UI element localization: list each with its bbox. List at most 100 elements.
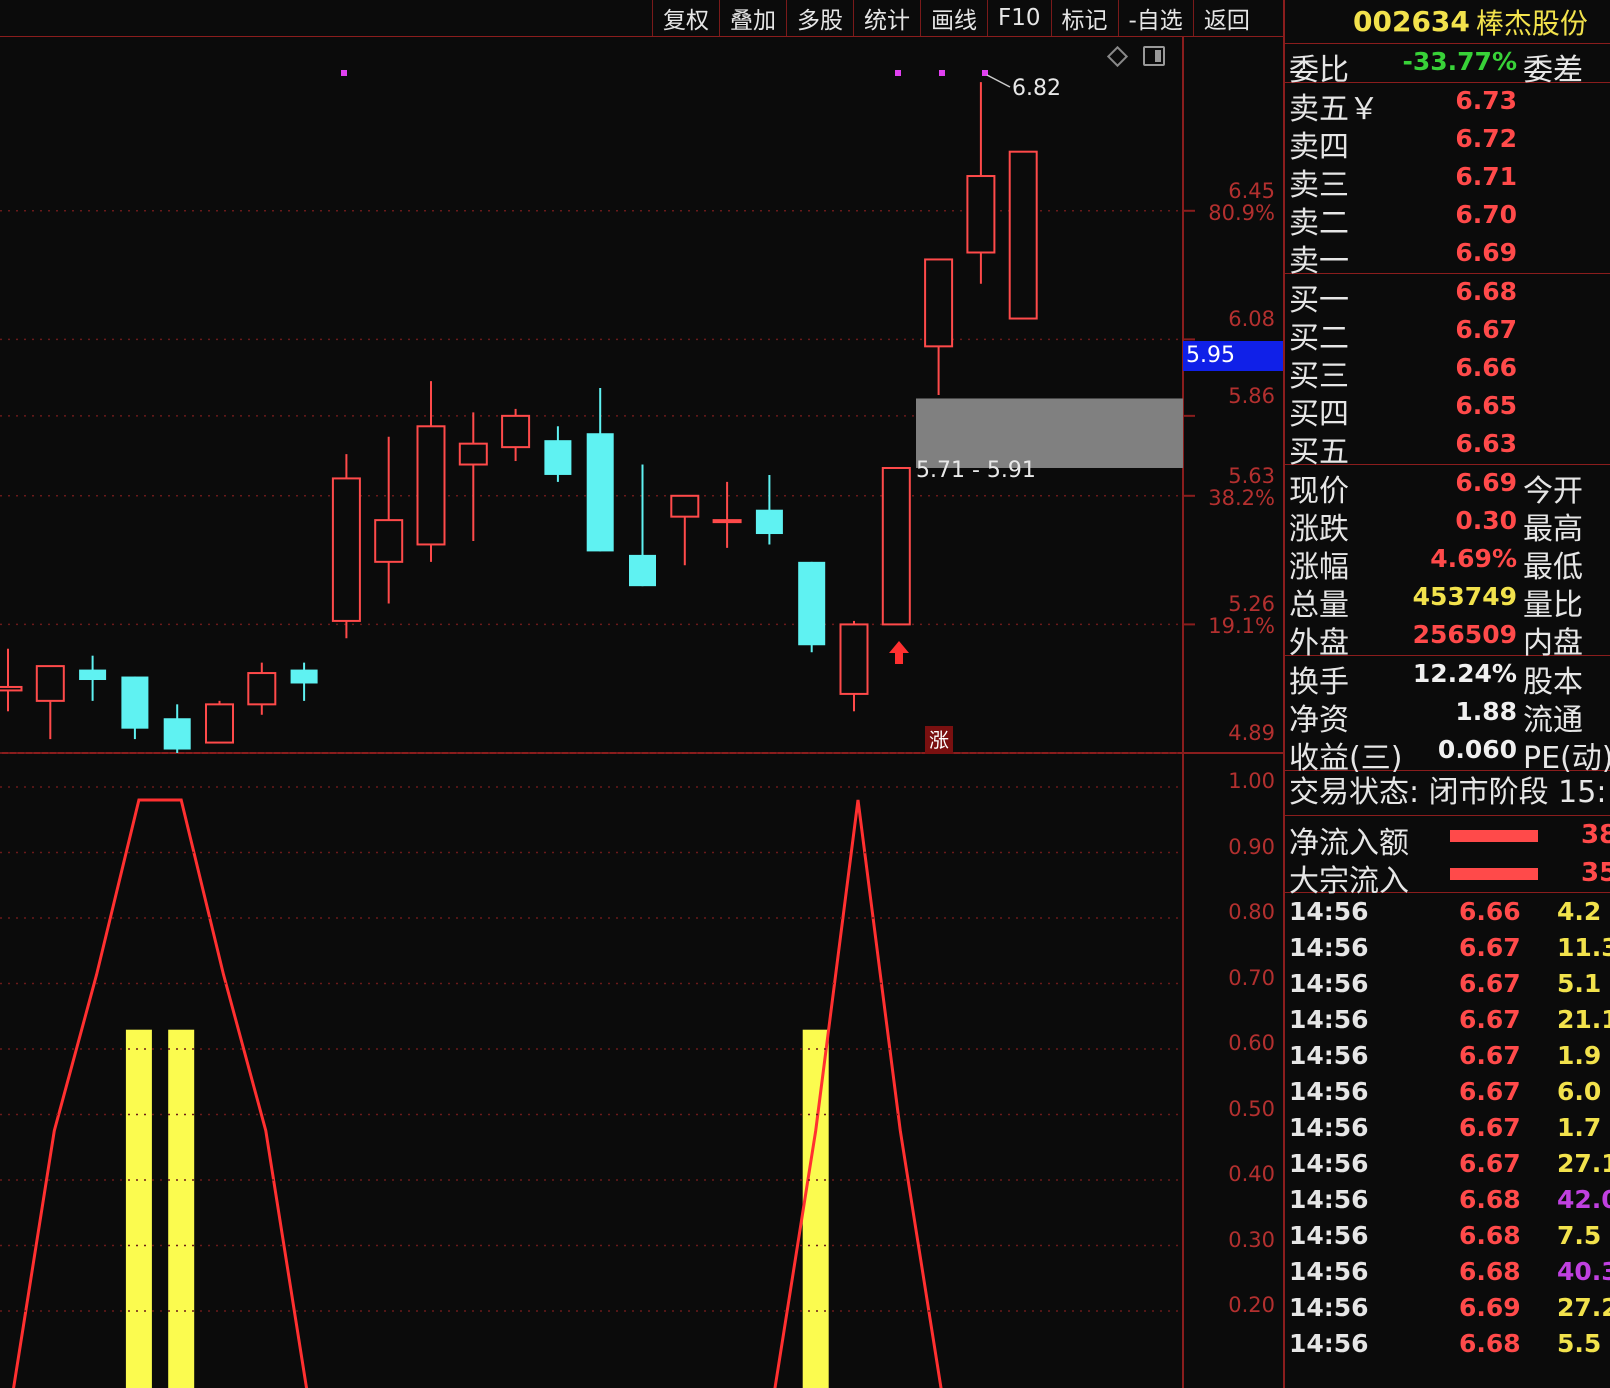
candle-body: [544, 440, 572, 475]
tick-volume: 1.9: [1557, 1041, 1602, 1070]
toolbar-button[interactable]: 标记: [1050, 0, 1118, 36]
row-value: 6.68: [1455, 277, 1517, 306]
tick-price: 6.67: [1459, 1005, 1521, 1034]
stock-header: 002634 棒杰股份: [1285, 0, 1610, 44]
price-axis-pct: 80.9%: [1208, 200, 1275, 225]
quote-row: 买三 6.66: [1285, 350, 1610, 394]
tick-row: 14:56 6.66 4.2: [1285, 893, 1610, 929]
candle-body: [331, 477, 361, 622]
tick-row: 14:56 6.67 21.1: [1285, 1001, 1610, 1037]
tick-price: 6.68: [1459, 1257, 1521, 1286]
quote-stats: 现价 6.69 今开 涨跌 0.30 最高 涨幅 4.69% 最低 总量 453749 量比 外盘 256…: [1285, 465, 1610, 661]
tick-time: 14:56: [1289, 1221, 1369, 1250]
tick-price: 6.69: [1459, 1293, 1521, 1322]
tick-price: 6.66: [1459, 897, 1521, 926]
row-label: 收益(三): [1289, 741, 1403, 776]
toolbar-button[interactable]: 返回: [1192, 0, 1260, 36]
toolbar-button[interactable]: 统计: [853, 0, 920, 36]
kline-chart[interactable]: [0, 37, 1283, 1388]
row-value: 0.30: [1455, 506, 1517, 535]
fundamentals: 换手 12.24% 股本 净资 1.88 流通 收益(三) 0.060 PE(动): [1285, 656, 1610, 776]
candle-body: [755, 509, 783, 535]
candle-body: [35, 665, 65, 702]
row-value: 0.060: [1437, 735, 1517, 764]
tick-row: 14:56 6.67 1.9: [1285, 1037, 1610, 1073]
candle-body: [290, 669, 318, 684]
toolbar-button[interactable]: 复权: [652, 0, 719, 36]
candle-body: [670, 494, 700, 518]
indicator-axis-label: 0.80: [1228, 900, 1275, 924]
flow-bar: [1450, 868, 1538, 880]
quote-row: 换手 12.24% 股本: [1285, 656, 1610, 700]
row-value: 6.66: [1455, 353, 1517, 382]
tick-volume: 5.5: [1557, 1329, 1602, 1358]
price-axis: 6.45 80.9% 6.08 5.86 5.63 38.2% 5.26 19.1% 4.89: [1183, 37, 1283, 753]
tick-time: 14:56: [1289, 1185, 1369, 1214]
indicator-axis-label: 0.90: [1228, 834, 1275, 859]
price-axis-label: 5.86: [1228, 383, 1275, 408]
trading-app: 复权 叠加 多股 统计 画线 F10 标记 -自选 返回 6.45 80.9% 6.08 5.86 5.…: [0, 0, 1610, 1388]
quote-row: 净资 1.88 流通: [1285, 694, 1610, 738]
stock-name: 棒杰股份: [1475, 6, 1588, 40]
diamond-icon[interactable]: [1106, 45, 1129, 67]
signal-dot: [895, 70, 901, 76]
flow-row: 大宗流入35: [1285, 854, 1610, 899]
quote-row: 买四 6.65: [1285, 388, 1610, 432]
candle-body: [247, 672, 277, 706]
price-axis-label: 5.63: [1228, 463, 1275, 488]
tick-time: 14:56: [1289, 1077, 1369, 1106]
tick-price: 6.68: [1459, 1329, 1521, 1358]
quote-row: 卖一 6.69: [1285, 235, 1610, 279]
quote-row: 卖二 6.70: [1285, 197, 1610, 241]
rise-signal-badge[interactable]: 涨: [925, 726, 953, 754]
tick-row: 14:56 6.67 27.1: [1285, 1145, 1610, 1181]
indicator-axis-label: 0.60: [1228, 1031, 1275, 1055]
tick-volume: 42.0: [1557, 1185, 1610, 1214]
candle-body: [712, 519, 742, 524]
row-label-2: PE(动): [1523, 741, 1610, 776]
candle-body: [205, 703, 234, 744]
quote-panel: 002634 棒杰股份 委比 -33.77% 委差 卖五￥ 6.73 卖四 6.72 卖…: [1283, 0, 1610, 1388]
candle-body: [966, 175, 996, 254]
signal-dot: [939, 70, 945, 76]
buy-arrow-icon: [889, 641, 909, 664]
tick-time: 14:56: [1289, 969, 1369, 998]
candle-body: [798, 561, 826, 646]
candle-body: [79, 669, 107, 681]
quote-row: 买一 6.68: [1285, 274, 1610, 318]
tick-price: 6.67: [1459, 1077, 1521, 1106]
tick-volume: 27.2: [1557, 1293, 1610, 1322]
quote-row: 收益(三) 0.060 PE(动): [1285, 732, 1610, 776]
tick-row: 14:56 6.68 7.5: [1285, 1217, 1610, 1253]
tick-volume: 7.5: [1557, 1221, 1602, 1250]
price-axis-label: 4.89: [1228, 721, 1275, 745]
tick-row: 14:56 6.67 6.0: [1285, 1073, 1610, 1109]
tick-list[interactable]: 14:566.664.214:566.6711.314:566.675.114:…: [1285, 893, 1610, 1361]
layout-toggle-icon[interactable]: [1143, 46, 1165, 66]
price-axis-label: 5.26: [1228, 592, 1275, 617]
flow-value: 38: [1581, 820, 1610, 850]
tick-volume: 1.7: [1557, 1113, 1602, 1142]
candle-body: [924, 258, 954, 348]
toolbar-button[interactable]: 多股: [786, 0, 853, 36]
toolbar-button[interactable]: 画线: [920, 0, 987, 36]
tick-price: 6.68: [1459, 1221, 1521, 1250]
toolbar-button[interactable]: 叠加: [719, 0, 786, 36]
flow-bar: [1450, 830, 1538, 842]
toolbar-button[interactable]: -自选: [1117, 0, 1193, 36]
tick-time: 14:56: [1289, 1257, 1369, 1286]
high-pointer: [986, 74, 1011, 88]
tick-row: 14:56 6.68 42.0: [1285, 1181, 1610, 1217]
indicator-line: [12, 798, 943, 1388]
price-axis-label: 6.45: [1228, 178, 1275, 203]
row-value: 6.69: [1455, 238, 1517, 267]
zone-label: 5.71 - 5.91: [916, 458, 1036, 483]
weibi-value: -33.77%: [1402, 47, 1517, 76]
fund-flows: 净流入额38大宗流入35: [1285, 816, 1610, 899]
bid-book: 买一 6.68 买二 6.67 买三 6.66 买四 6.65 买五 6.63: [1285, 274, 1610, 470]
toolbar-button[interactable]: F10: [987, 0, 1051, 36]
indicator-axis-label: 0.30: [1228, 1227, 1275, 1252]
current-price-tag: 5.95: [1183, 341, 1283, 371]
price-axis-pct: 19.1%: [1208, 614, 1275, 639]
ask-book: 卖五￥ 6.73 卖四 6.72 卖三 6.71 卖二 6.70 卖一 6.69: [1285, 83, 1610, 279]
